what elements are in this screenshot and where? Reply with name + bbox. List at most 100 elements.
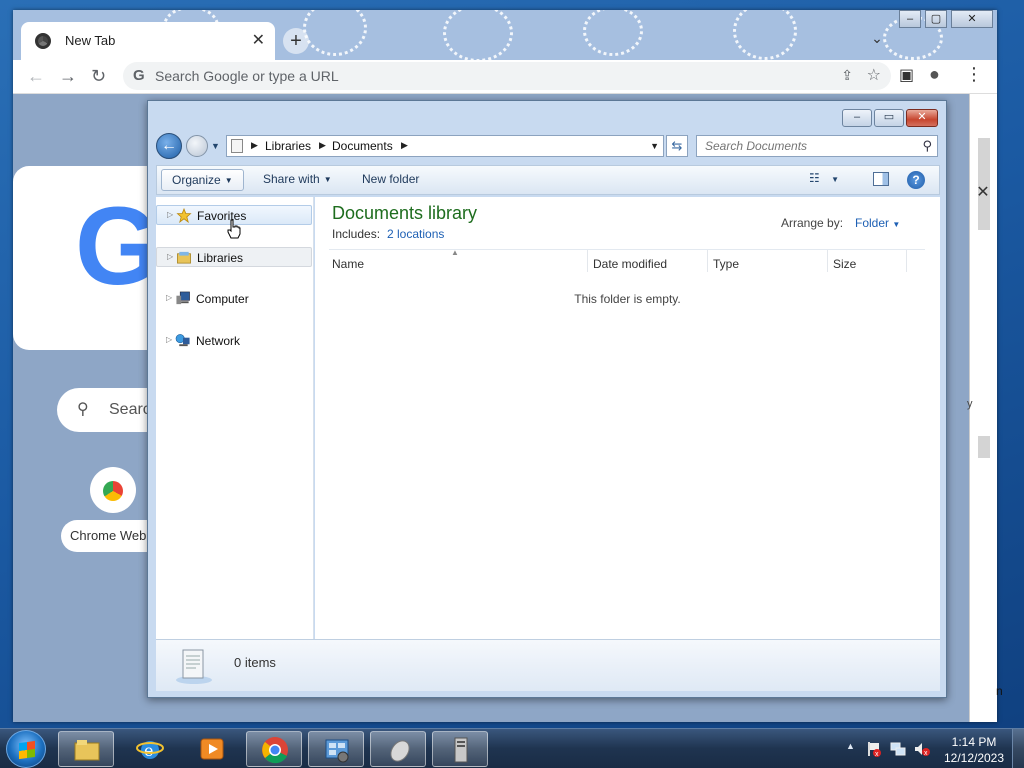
start-button[interactable] <box>6 730 46 768</box>
breadcrumb-arrow-icon[interactable]: ▶ <box>401 140 408 151</box>
column-date-modified[interactable]: Date modified <box>593 257 667 271</box>
chevron-down-icon: ▼ <box>831 175 840 184</box>
explorer-navbar: ← ▼ ▶ Libraries ▶ Documents ▶ ▼ ⇆ ⚲ <box>156 133 940 161</box>
column-header: ▲ Name Date modified Type Size <box>329 248 925 275</box>
column-type[interactable]: Type <box>713 257 739 271</box>
library-icon <box>177 251 191 264</box>
clock-date[interactable]: 12/12/2023 <box>940 751 1008 765</box>
tab-title: New Tab <box>65 33 116 48</box>
taskbar-mouse-button[interactable] <box>370 731 426 767</box>
media-player-icon <box>200 738 224 760</box>
side-panel-icon[interactable]: ▣ <box>899 65 914 85</box>
volume-muted-icon[interactable]: x <box>914 741 930 757</box>
back-button[interactable]: ← <box>156 133 182 159</box>
preview-pane-icon[interactable] <box>873 172 889 186</box>
column-size[interactable]: Size <box>833 257 856 271</box>
network-status-icon[interactable] <box>890 741 906 757</box>
side-panel-close-icon[interactable]: ✕ <box>969 182 997 204</box>
back-arrow-icon[interactable]: ← <box>27 66 45 87</box>
taskbar-ie-button[interactable]: e <box>122 731 178 767</box>
column-divider[interactable] <box>906 250 907 272</box>
forward-button[interactable] <box>186 135 208 157</box>
omnibox-placeholder: Search Google or type a URL <box>155 68 339 84</box>
column-divider[interactable] <box>707 250 708 272</box>
maximize-icon[interactable]: ▭ <box>874 109 904 127</box>
library-icon <box>231 139 243 153</box>
action-center-flag-icon[interactable]: x <box>866 741 882 757</box>
bookmark-star-icon[interactable]: ☆ <box>867 65 881 85</box>
side-panel-text: y <box>967 398 973 410</box>
chrome-tab-new-tab[interactable]: New Tab ✕ <box>21 22 275 60</box>
search-documents-box[interactable]: ⚲ <box>696 135 938 157</box>
navigation-pane: ▷ Favorites ▷ Libraries ▷ Computer ▷ Net… <box>156 197 314 639</box>
close-icon[interactable]: ✕ <box>951 10 993 28</box>
organize-label: Organize <box>172 173 221 187</box>
menu-dots-icon[interactable]: ⋮ <box>965 64 983 85</box>
refresh-button[interactable]: ⇆ <box>666 135 688 157</box>
column-divider[interactable] <box>827 250 828 272</box>
expand-arrow-icon[interactable]: ▷ <box>166 335 172 344</box>
recent-pages-icon[interactable]: ▼ <box>211 141 220 151</box>
taskbar-server-button[interactable] <box>432 731 488 767</box>
maximize-icon[interactable]: ▢ <box>925 10 947 28</box>
google-g-icon: G <box>133 67 145 84</box>
column-name[interactable]: Name <box>332 257 364 271</box>
reload-icon[interactable]: ↻ <box>91 66 106 87</box>
help-icon[interactable]: ? <box>907 171 925 189</box>
address-bar[interactable]: ▶ Libraries ▶ Documents ▶ ▼ <box>226 135 664 157</box>
scrollbar-thumb[interactable] <box>978 436 990 458</box>
column-divider[interactable] <box>587 250 588 272</box>
star-icon <box>176 208 192 223</box>
organize-button[interactable]: Organize ▼ <box>161 169 244 191</box>
expand-arrow-icon[interactable]: ▷ <box>166 293 172 302</box>
breadcrumb-documents[interactable]: Documents <box>332 139 393 153</box>
forward-arrow-icon[interactable]: → <box>59 66 77 87</box>
chrome-titlebar[interactable]: New Tab ✕ + ⌄ – ▢ ✕ <box>13 10 997 60</box>
nav-item-libraries[interactable]: ▷ Libraries <box>156 247 312 267</box>
new-tab-button[interactable]: + <box>283 28 309 54</box>
shortcut-chrome-web-store[interactable] <box>90 467 136 513</box>
folder-icon <box>74 740 100 761</box>
arrange-by-dropdown[interactable]: Folder ▼ <box>855 216 900 230</box>
show-hidden-icons[interactable]: ▲ <box>846 741 855 751</box>
command-bar: Organize ▼ Share with ▼ New folder ☷ ▼ ? <box>156 165 940 195</box>
change-view-button[interactable]: ☷ ▼ <box>809 171 849 189</box>
close-icon[interactable]: ✕ <box>906 109 938 127</box>
omnibox[interactable]: G Search Google or type a URL ⇪ ☆ <box>123 62 891 90</box>
chevron-down-icon[interactable]: ▼ <box>650 141 659 151</box>
tab-search-icon[interactable]: ⌄ <box>865 30 889 50</box>
taskbar-explorer-button[interactable] <box>58 731 114 767</box>
profile-icon[interactable]: ● <box>929 64 940 85</box>
new-folder-button[interactable]: New folder <box>362 172 419 186</box>
svg-text:x: x <box>924 750 928 757</box>
breadcrumb-arrow-icon[interactable]: ▶ <box>251 140 258 151</box>
share-icon[interactable]: ⇪ <box>841 67 853 84</box>
details-pane: 0 items <box>156 639 940 691</box>
chevron-down-icon: ▼ <box>892 220 901 229</box>
breadcrumb-libraries[interactable]: Libraries <box>265 139 311 153</box>
expand-arrow-icon[interactable]: ▷ <box>167 252 173 261</box>
show-desktop-button[interactable] <box>1012 729 1024 768</box>
taskbar-chrome-button[interactable] <box>246 731 302 767</box>
sort-ascending-icon: ▲ <box>451 248 459 257</box>
internet-explorer-icon: e <box>136 741 164 760</box>
locations-link[interactable]: 2 locations <box>387 227 444 241</box>
nav-item-network[interactable]: ▷ Network <box>156 331 312 351</box>
svg-text:x: x <box>875 751 879 757</box>
expand-arrow-icon[interactable]: ▷ <box>167 210 173 219</box>
side-panel-text: n <box>996 684 1003 698</box>
search-input[interactable] <box>697 136 912 156</box>
chrome-toolbar: ← → ↻ G Search Google or type a URL ⇪ ☆ … <box>13 60 997 94</box>
taskbar-media-player-button[interactable] <box>184 731 240 767</box>
taskbar-control-panel-button[interactable] <box>308 731 364 767</box>
nav-item-computer[interactable]: ▷ Computer <box>156 289 312 309</box>
minimize-icon[interactable]: – <box>842 109 872 127</box>
snowflake-decoration <box>733 10 797 60</box>
share-with-button[interactable]: Share with ▼ <box>263 172 332 186</box>
breadcrumb-arrow-icon[interactable]: ▶ <box>319 140 326 151</box>
includes-label: Includes: <box>332 227 381 241</box>
control-panel-icon <box>325 739 349 763</box>
clock-time[interactable]: 1:14 PM <box>946 735 1002 749</box>
tab-close-icon[interactable]: ✕ <box>252 30 265 50</box>
minimize-icon[interactable]: – <box>899 10 921 28</box>
